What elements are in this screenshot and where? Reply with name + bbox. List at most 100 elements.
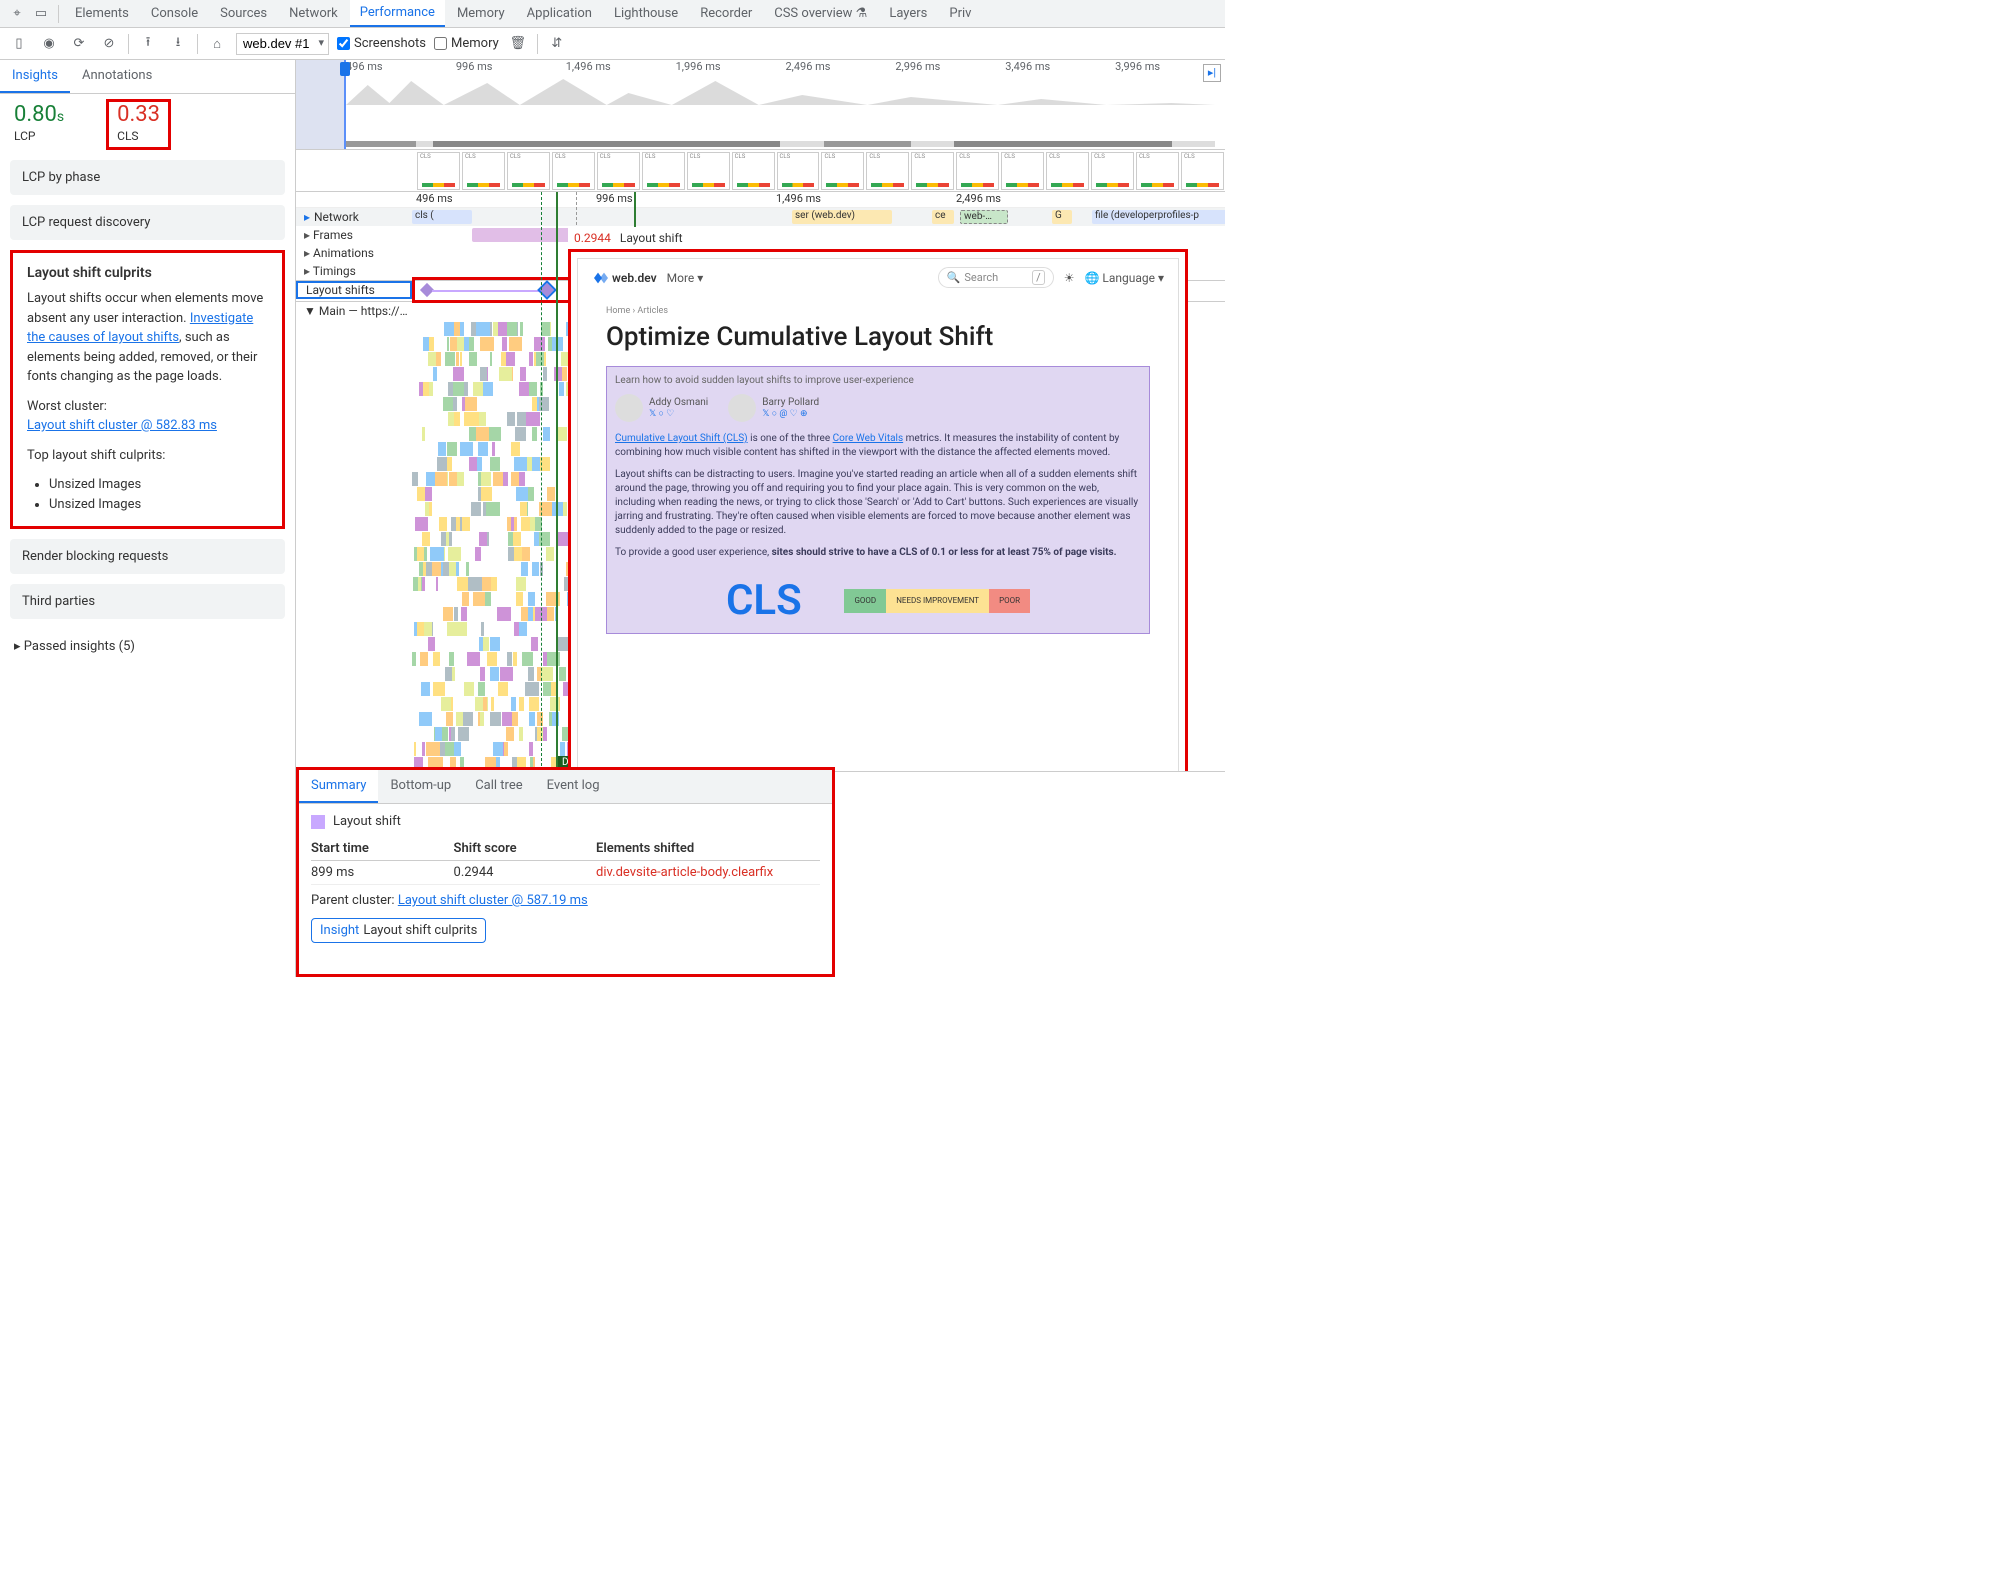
filmstrip-thumb[interactable]: CLS xyxy=(732,152,775,190)
cluster-line xyxy=(432,290,542,292)
cls-metric[interactable]: 0.33 CLS xyxy=(106,99,171,150)
tab-performance[interactable]: Performance xyxy=(350,0,445,27)
filmstrip-thumb[interactable]: CLS xyxy=(777,152,820,190)
network-track[interactable]: Network cls ( ser (web.dev) ce web-… G f… xyxy=(296,208,1225,226)
article-desc: Learn how to avoid sudden layout shifts … xyxy=(615,375,1141,386)
overview-selection[interactable] xyxy=(296,60,346,149)
tab-recorder[interactable]: Recorder xyxy=(690,1,762,26)
insight-chip[interactable]: InsightLayout shift culprits xyxy=(311,918,486,943)
clear-icon[interactable]: ⊘ xyxy=(98,33,120,55)
tab-css-overview[interactable]: CSS overview ⚗ xyxy=(764,1,877,26)
culprits-paragraph: Layout shifts occur when elements move a… xyxy=(27,289,268,387)
insights-subtabs: Insights Annotations xyxy=(0,60,295,94)
culprits-title: Layout shift culprits xyxy=(27,265,268,281)
parent-cluster-link[interactable]: Layout shift cluster @ 587.19 ms xyxy=(398,893,588,908)
screenshots-label: Screenshots xyxy=(354,36,426,51)
inspect-icon[interactable]: ⌖ xyxy=(6,6,28,21)
overview-activity xyxy=(346,75,1215,107)
card-lcp-request-discovery[interactable]: LCP request discovery xyxy=(10,205,285,240)
filmstrip-thumb[interactable]: CLS xyxy=(1001,152,1044,190)
dock-side-icon[interactable]: ▯ xyxy=(8,33,30,55)
filmstrip-thumb[interactable]: CLS xyxy=(687,152,730,190)
tab-network[interactable]: Network xyxy=(279,1,348,26)
drawer-tab-call-tree[interactable]: Call tree xyxy=(463,770,534,803)
filmstrip-thumb[interactable]: CLS xyxy=(417,152,460,190)
drawer-details-table: Start time Shift score Elements shifted … xyxy=(311,837,820,885)
tab-layers[interactable]: Layers xyxy=(879,1,937,26)
network-block[interactable]: web-… xyxy=(960,210,1008,224)
tab-application[interactable]: Application xyxy=(517,1,602,26)
drawer-event-header: Layout shift xyxy=(311,814,820,829)
tab-elements[interactable]: Elements xyxy=(65,1,139,26)
filmstrip-thumb[interactable]: CLS xyxy=(552,152,595,190)
screenshots-checkbox[interactable]: Screenshots xyxy=(337,36,426,51)
culprit-item: Unsized Images xyxy=(49,475,268,495)
home-icon[interactable]: ⌂ xyxy=(206,33,228,55)
tab-memory[interactable]: Memory xyxy=(447,1,515,26)
network-block[interactable]: G xyxy=(1052,210,1072,224)
memory-input[interactable] xyxy=(434,37,447,50)
search-icon: 🔍 xyxy=(947,271,961,284)
lcp-metric[interactable]: 0.80s LCP xyxy=(14,102,64,150)
gc-icon[interactable]: 🗑 xyxy=(507,33,529,55)
tab-sources[interactable]: Sources xyxy=(210,1,277,26)
device-toggle-icon[interactable]: ▭ xyxy=(30,6,52,21)
shift-score-value: 0.2944 xyxy=(574,231,611,245)
drawer-tab-bottom-up[interactable]: Bottom-up xyxy=(378,770,463,803)
network-block[interactable]: ce xyxy=(932,210,954,224)
webdev-logo-icon xyxy=(592,270,608,286)
overview-ticks: 496 ms 996 ms 1,496 ms 1,996 ms 2,496 ms… xyxy=(296,60,1225,73)
performance-trace: 496 ms 996 ms 1,496 ms 1,996 ms 2,496 ms… xyxy=(296,60,1225,977)
shortcuts-icon[interactable]: ⇵ xyxy=(546,33,568,55)
filmstrip-thumb[interactable]: CLS xyxy=(956,152,999,190)
drawer-tab-event-log[interactable]: Event log xyxy=(535,770,612,803)
filmstrip-thumb[interactable]: CLS xyxy=(1091,152,1134,190)
download-icon[interactable]: ⭳ xyxy=(167,33,189,55)
memory-label: Memory xyxy=(451,36,499,51)
record-icon[interactable]: ◉ xyxy=(38,33,60,55)
passed-insights-toggle[interactable]: Passed insights (5) xyxy=(0,629,295,664)
network-block[interactable]: ser (web.dev) xyxy=(792,210,892,224)
shifted-element-link[interactable]: div.devsite-article-body.clearfix xyxy=(596,861,820,885)
network-block[interactable]: file (developerprofiles-p xyxy=(1092,210,1225,224)
avatar xyxy=(615,394,643,422)
selection-handle-icon[interactable] xyxy=(340,62,350,76)
card-render-blocking[interactable]: Render blocking requests xyxy=(10,539,285,574)
drawer-tab-summary[interactable]: Summary xyxy=(299,770,378,803)
filmstrip[interactable]: for(let i=0;i<18;i++)document.write('<di… xyxy=(296,150,1225,192)
reload-record-icon[interactable]: ⟳ xyxy=(68,33,90,55)
filmstrip-thumb[interactable]: CLS xyxy=(507,152,550,190)
filmstrip-thumb[interactable]: CLS xyxy=(1136,152,1179,190)
crux-bar: GOOD NEEDS IMPROVEMENT POOR xyxy=(844,589,1030,613)
sidebar-collapse-icon[interactable]: ▸| xyxy=(1203,64,1221,82)
start-time-value: 899 ms xyxy=(311,861,454,885)
card-lcp-by-phase[interactable]: LCP by phase xyxy=(10,160,285,195)
screenshots-input[interactable] xyxy=(337,37,350,50)
filmstrip-thumb[interactable]: CLS xyxy=(462,152,505,190)
filmstrip-thumb[interactable]: CLS xyxy=(866,152,909,190)
subtab-annotations[interactable]: Annotations xyxy=(70,60,164,93)
filmstrip-thumb[interactable]: CLS xyxy=(821,152,864,190)
tab-privacy[interactable]: Priv xyxy=(939,1,981,26)
filmstrip-thumb[interactable]: CLS xyxy=(597,152,640,190)
drawer-tabs: Summary Bottom-up Call tree Event log xyxy=(299,770,832,804)
filmstrip-thumb[interactable]: CLS xyxy=(1181,152,1224,190)
upload-icon[interactable]: ⭱ xyxy=(137,33,159,55)
worst-cluster-link[interactable]: Layout shift cluster @ 582.83 ms xyxy=(27,418,217,433)
tab-lighthouse[interactable]: Lighthouse xyxy=(604,1,688,26)
session-select[interactable]: web.dev #1 xyxy=(236,33,329,55)
filmstrip-thumb[interactable]: CLS xyxy=(911,152,954,190)
filmstrip-thumb[interactable]: CLS xyxy=(1046,152,1089,190)
tab-console[interactable]: Console xyxy=(141,1,208,26)
layout-shifts-label[interactable]: Layout shifts xyxy=(296,281,412,299)
timeline-overview[interactable]: 496 ms 996 ms 1,496 ms 1,996 ms 2,496 ms… xyxy=(296,60,1225,150)
performance-toolbar: ▯ ◉ ⟳ ⊘ ⭱ ⭳ ⌂ web.dev #1 Screenshots Mem… xyxy=(0,28,1225,60)
network-block[interactable]: cls ( xyxy=(412,210,472,224)
memory-checkbox[interactable]: Memory xyxy=(434,36,499,51)
filmstrip-thumb[interactable]: CLS xyxy=(642,152,685,190)
card-layout-shift-culprits: Layout shift culprits Layout shifts occu… xyxy=(10,250,285,529)
card-third-parties[interactable]: Third parties xyxy=(10,584,285,619)
popover-header: 0.2944 Layout shift xyxy=(568,227,1188,249)
subtab-insights[interactable]: Insights xyxy=(0,60,70,93)
flame-chart[interactable]: 496 ms 996 ms 1,496 ms 2,496 ms Network … xyxy=(296,192,1225,772)
